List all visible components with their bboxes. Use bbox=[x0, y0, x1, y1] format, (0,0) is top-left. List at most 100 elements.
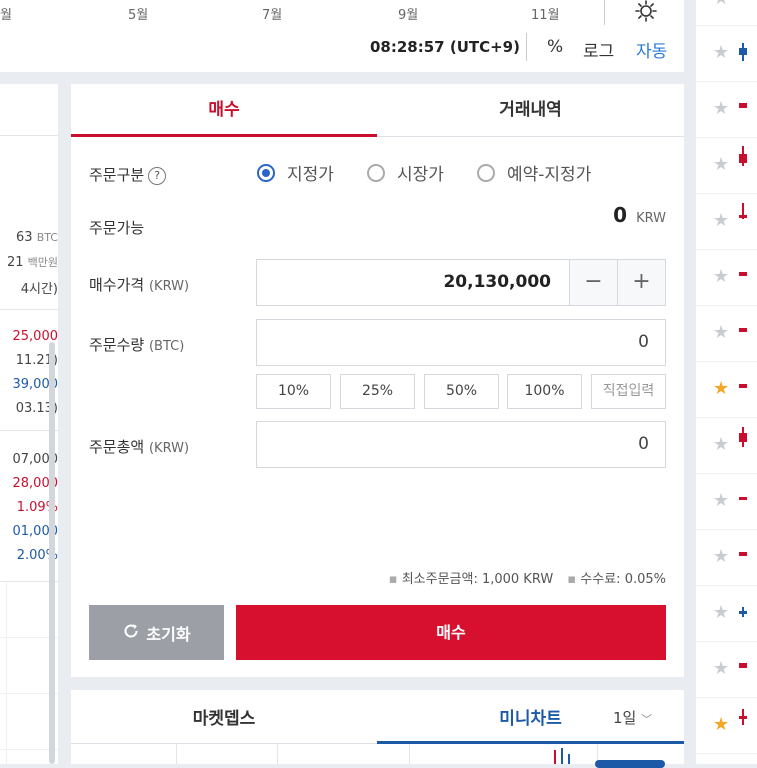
grid-line bbox=[409, 744, 410, 764]
divider bbox=[696, 193, 757, 194]
price-tag bbox=[595, 760, 665, 768]
candle-body bbox=[739, 154, 747, 163]
divider bbox=[696, 473, 757, 474]
divider bbox=[696, 417, 757, 418]
market-info-panel: 63 BTC 21 백만원 4시간) 25,000 11.21) 39,000 … bbox=[0, 84, 58, 764]
divider bbox=[696, 137, 757, 138]
radio-limit[interactable]: 지정가 bbox=[257, 160, 334, 185]
total-label: 주문총액 (KRW) bbox=[89, 438, 190, 456]
star-icon[interactable]: ★ bbox=[713, 210, 729, 231]
divider bbox=[377, 136, 684, 137]
period-select[interactable]: 1일 ﹀ bbox=[613, 707, 652, 728]
scrollbar[interactable] bbox=[49, 342, 55, 764]
order-type-label: 주문구분? bbox=[89, 164, 167, 185]
quantity-label: 주문수량 (BTC) bbox=[89, 336, 185, 354]
star-icon[interactable]: ★ bbox=[713, 434, 729, 455]
candle-body bbox=[739, 215, 747, 218]
star-icon[interactable]: ★ bbox=[713, 266, 729, 287]
min-order-note: 최소주문금액: 1,000 KRW bbox=[401, 572, 554, 587]
direct-input-button[interactable]: 직접입력 bbox=[591, 374, 666, 409]
tab-active-indicator bbox=[377, 741, 684, 744]
pct-10-button[interactable]: 10% bbox=[256, 374, 331, 409]
star-icon[interactable]: ★ bbox=[713, 154, 729, 175]
divider bbox=[604, 0, 605, 25]
divider bbox=[696, 249, 757, 250]
quantity-input[interactable]: 0 bbox=[256, 319, 666, 366]
star-icon[interactable]: ★ bbox=[713, 602, 729, 623]
quantity-value: 0 bbox=[638, 332, 649, 352]
candle-body bbox=[739, 103, 747, 108]
star-icon[interactable]: ★ bbox=[713, 42, 729, 63]
reset-button[interactable]: 초기화 bbox=[89, 605, 224, 660]
radio-circle bbox=[367, 163, 385, 182]
order-notes: ▪ 최소주문금액: 1,000 KRW ▪ 수수료: 0.05% bbox=[388, 572, 666, 587]
candle-body bbox=[739, 716, 747, 719]
pct-50-button[interactable]: 50% bbox=[424, 374, 499, 409]
star-icon[interactable]: ★ bbox=[713, 378, 729, 399]
star-icon[interactable]: ★ bbox=[713, 658, 729, 679]
divider bbox=[696, 585, 757, 586]
auto-toggle[interactable]: 자동 bbox=[636, 37, 667, 62]
percent-toggle[interactable]: % bbox=[547, 37, 563, 57]
month-label: 5월 bbox=[128, 8, 149, 23]
tab-active-indicator bbox=[71, 134, 377, 137]
price-input[interactable]: 20,130,000 − + bbox=[256, 259, 666, 306]
star-icon[interactable]: ★ bbox=[713, 98, 729, 119]
available-amount: 0 KRW bbox=[613, 203, 666, 227]
candle-body bbox=[739, 552, 747, 556]
candle-body bbox=[739, 384, 747, 388]
radio-circle bbox=[477, 163, 495, 182]
pct-100-button[interactable]: 100% bbox=[507, 374, 582, 409]
radio-reserved-limit[interactable]: 예약-지정가 bbox=[477, 160, 591, 185]
divider bbox=[696, 697, 757, 698]
grid-line bbox=[277, 744, 278, 764]
candle-body bbox=[739, 497, 747, 500]
price-label: 매수가격 (KRW) bbox=[89, 276, 190, 294]
grid-line bbox=[176, 744, 177, 764]
candle-body bbox=[739, 328, 747, 332]
star-icon[interactable]: ★ bbox=[713, 714, 729, 735]
tab-history[interactable]: 거래내역 bbox=[377, 84, 684, 136]
divider bbox=[696, 305, 757, 306]
divider bbox=[526, 33, 527, 61]
divider bbox=[696, 641, 757, 642]
month-label: 월 bbox=[0, 8, 12, 23]
grid-line bbox=[6, 582, 7, 764]
month-label: 11월 bbox=[531, 8, 560, 23]
month-label: 7월 bbox=[262, 8, 283, 23]
price-value: 20,130,000 bbox=[443, 272, 551, 292]
info-value: 63 BTC bbox=[16, 230, 58, 245]
tab-buy[interactable]: 매수 bbox=[71, 84, 377, 136]
total-input[interactable]: 0 bbox=[256, 421, 666, 468]
star-icon[interactable]: ★ bbox=[713, 322, 729, 343]
star-icon[interactable]: ★ bbox=[713, 546, 729, 567]
star-icon[interactable]: ★ bbox=[713, 490, 729, 511]
price-increase-button[interactable]: + bbox=[617, 260, 665, 305]
divider bbox=[0, 135, 58, 136]
info-value: 21 백만원 bbox=[6, 255, 58, 270]
tab-market-depth[interactable]: 마켓뎁스 bbox=[71, 704, 377, 729]
price-decrease-button[interactable]: − bbox=[569, 260, 617, 305]
help-icon[interactable]: ? bbox=[148, 166, 167, 185]
month-label: 9월 bbox=[398, 8, 419, 23]
total-value: 0 bbox=[638, 434, 649, 454]
gear-icon[interactable] bbox=[634, 0, 658, 27]
divider bbox=[696, 81, 757, 82]
radio-market[interactable]: 시장가 bbox=[367, 160, 444, 185]
divider bbox=[696, 25, 757, 26]
divider bbox=[696, 753, 757, 754]
buy-button[interactable]: 매수 bbox=[236, 605, 666, 660]
candle-body bbox=[739, 433, 747, 442]
log-toggle[interactable]: 로그 bbox=[583, 37, 614, 62]
star-icon[interactable]: ★ bbox=[713, 0, 729, 9]
info-value: 4시간) bbox=[20, 282, 58, 297]
candle-body bbox=[739, 48, 747, 55]
candle-wick bbox=[742, 607, 744, 617]
mini-candle bbox=[561, 748, 563, 764]
fee-note: 수수료: 0.05% bbox=[580, 572, 666, 587]
chevron-down-icon: ﹀ bbox=[641, 713, 653, 726]
mini-candle bbox=[554, 750, 556, 764]
order-panel: 매수 거래내역 주문구분? 지정가 시장가 예약-지정가 주문가능 0 KRW … bbox=[71, 84, 684, 677]
divider bbox=[0, 309, 58, 310]
pct-25-button[interactable]: 25% bbox=[340, 374, 415, 409]
